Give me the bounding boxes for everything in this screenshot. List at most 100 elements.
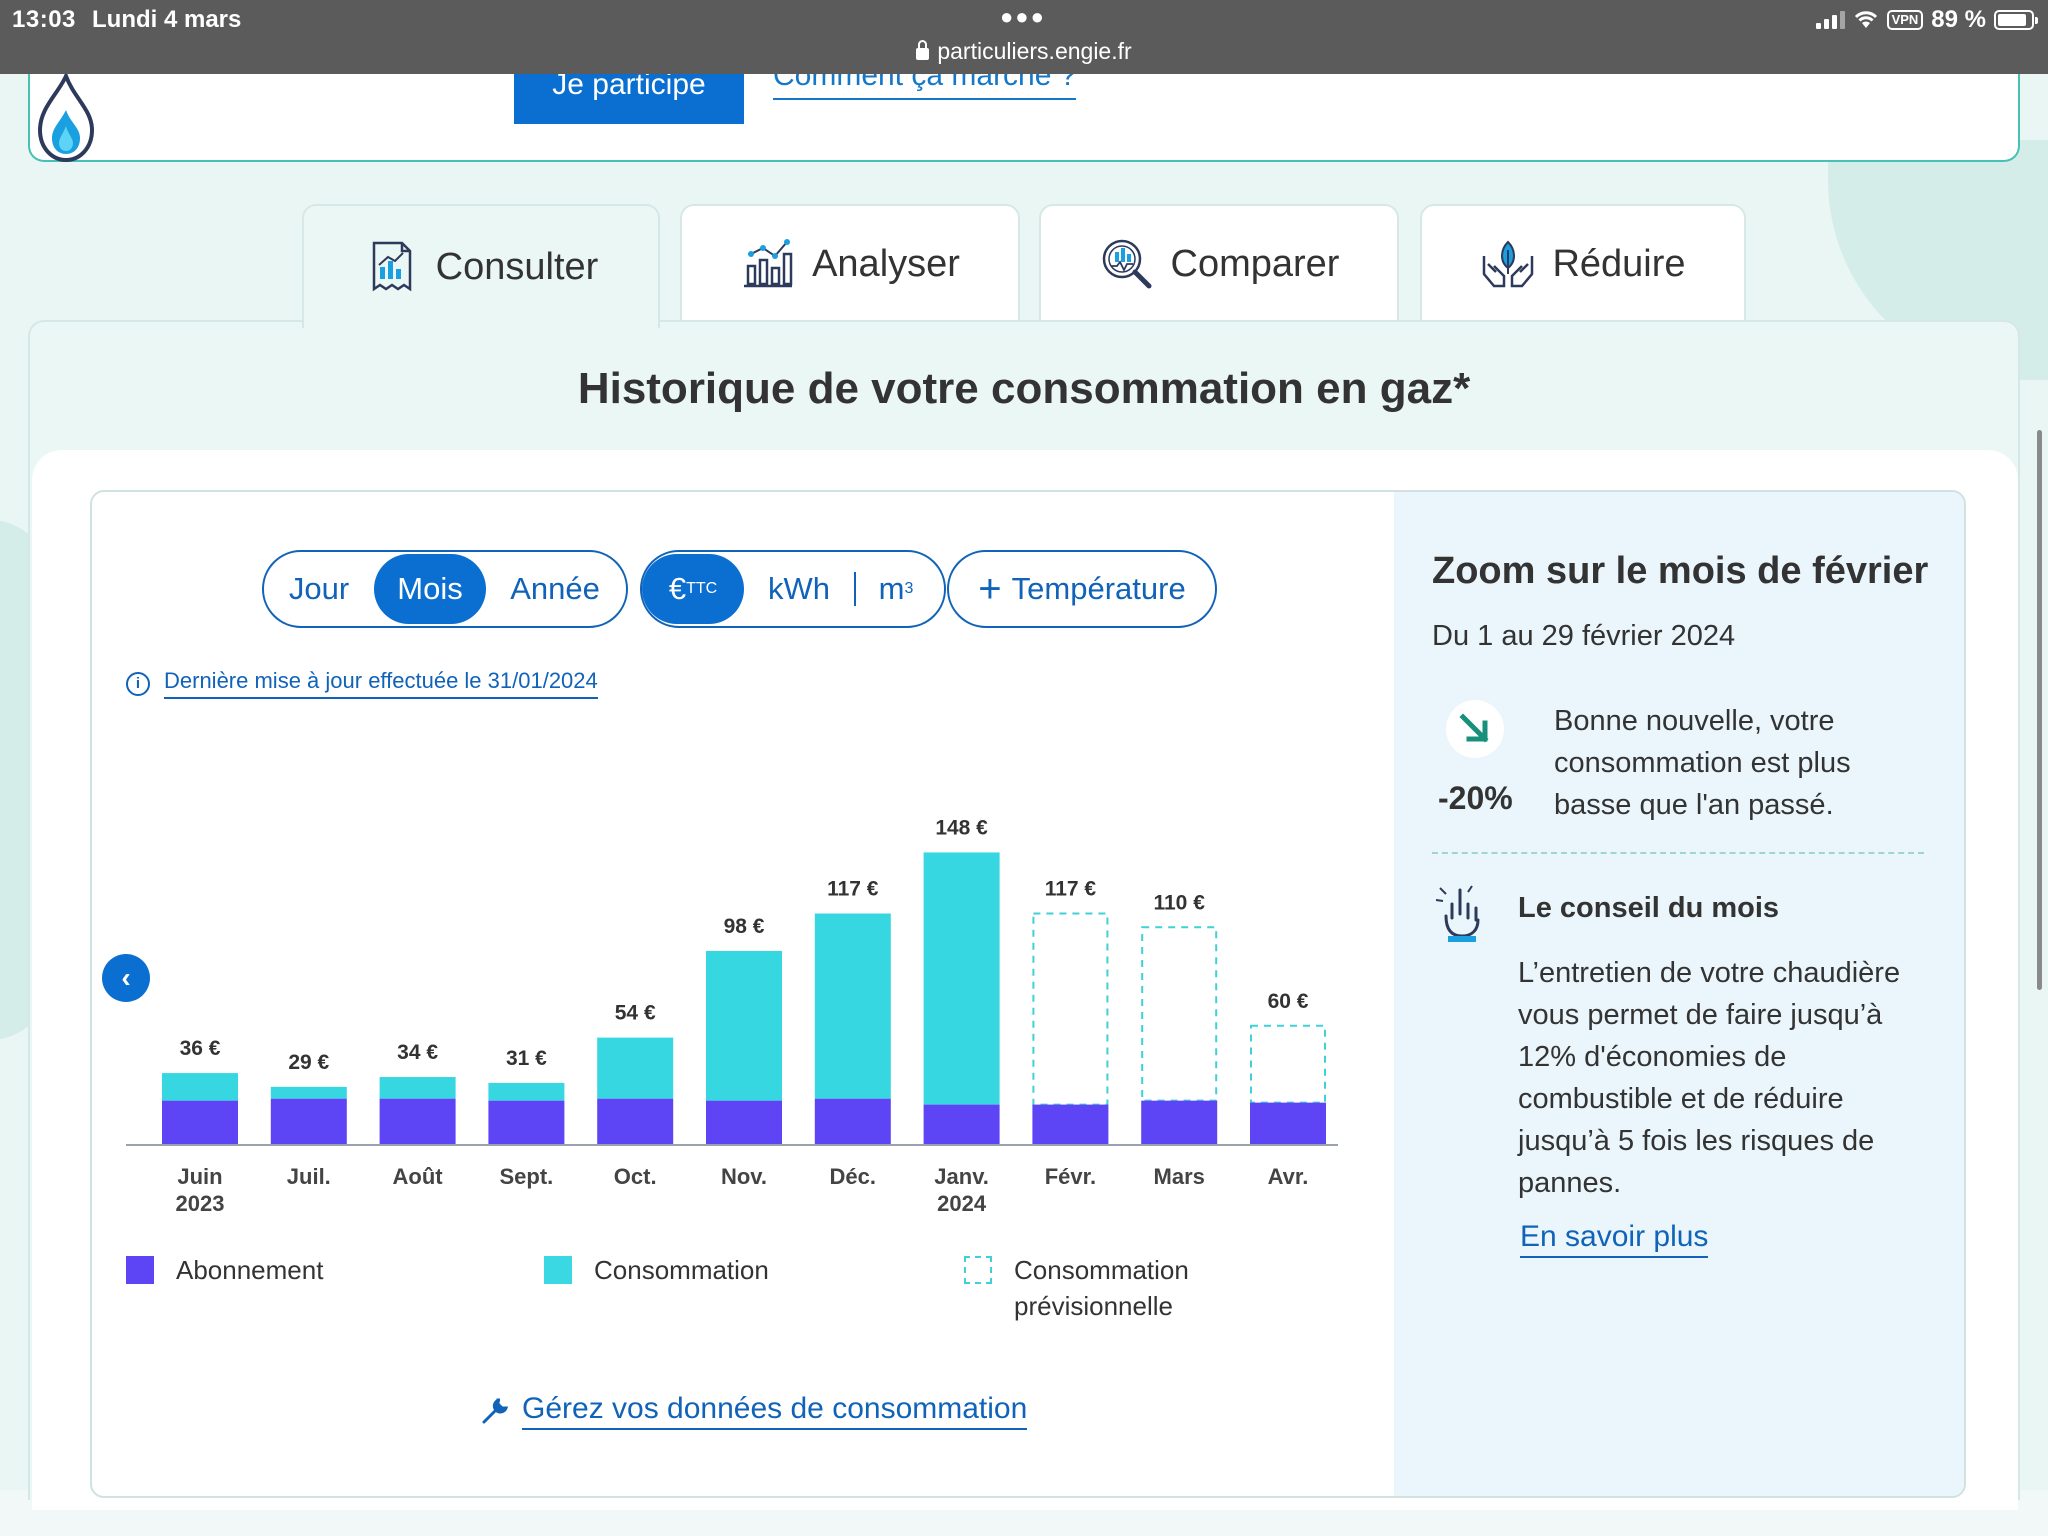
bar-consommation bbox=[814, 913, 891, 1099]
consumption-chart: 36 € Juin2023 29 € Juil. 34 € Août 31 € Sept. 54… bbox=[126, 816, 1338, 1216]
bar-value-label: 110 € bbox=[1153, 891, 1205, 914]
signal-icon bbox=[1815, 11, 1845, 29]
bar-abonnement bbox=[1032, 1104, 1109, 1144]
url-text: particuliers.engie.fr bbox=[937, 38, 1132, 64]
bar-abonnement bbox=[162, 1100, 238, 1144]
tab-comparer[interactable]: Comparer bbox=[1039, 204, 1399, 322]
battery-icon bbox=[1994, 10, 2038, 30]
tab-label: Consulter bbox=[435, 245, 599, 288]
bar-value-label: 29 € bbox=[288, 1051, 329, 1074]
battery-percent: 89 % bbox=[1931, 6, 1986, 33]
x-tick-label: Avr. bbox=[1268, 1164, 1309, 1189]
bar-consommation-previsionnelle bbox=[1250, 1024, 1326, 1104]
status-date: Lundi 4 mars bbox=[92, 6, 242, 33]
gas-flame-icon bbox=[37, 70, 95, 163]
good-news-text: Bonne nouvelle, votre consommation est p… bbox=[1554, 705, 1851, 821]
bar-abonnement bbox=[488, 1100, 565, 1144]
bar-consommation bbox=[379, 1077, 456, 1099]
vpn-badge: VPN bbox=[1886, 10, 1924, 30]
status-indicators: VPN 89 % bbox=[1815, 6, 2038, 34]
chart-card: Jour Mois Année € TTC kWh m3 + Températur… bbox=[90, 490, 1966, 1498]
document-chart-icon bbox=[372, 241, 411, 292]
bar-trend-icon bbox=[744, 239, 793, 288]
bar-consommation bbox=[597, 1037, 674, 1099]
zoom-period: Du 1 au 29 février 2024 bbox=[1432, 620, 1736, 652]
bar-value-label: 34 € bbox=[397, 1041, 438, 1064]
bar-consommation-previsionnelle bbox=[1032, 912, 1109, 1106]
bar-abonnement bbox=[706, 1100, 782, 1144]
tab-analyser[interactable]: Analyser bbox=[680, 204, 1020, 322]
tab-label: Comparer bbox=[1170, 242, 1340, 285]
legend-consommation: Consommation bbox=[544, 1252, 769, 1288]
hands-leaf-icon bbox=[1483, 240, 1534, 288]
status-bar: 13:03 Lundi 4 mars ●●● particuliers.engi… bbox=[0, 0, 2048, 74]
legend-swatch bbox=[544, 1256, 572, 1284]
bar-value-label: 98 € bbox=[724, 915, 765, 938]
wifi-icon bbox=[1854, 11, 1877, 28]
trend-percent: -20% bbox=[1438, 780, 1513, 816]
bar-abonnement bbox=[814, 1098, 891, 1144]
manage-data-link[interactable]: Gérez vos données de consommation bbox=[522, 1392, 1028, 1430]
x-year-label: 2024 bbox=[937, 1191, 987, 1216]
legend-label: prévisionnelle bbox=[1014, 1291, 1173, 1321]
x-tick-label: Janv. bbox=[934, 1164, 989, 1189]
panel-content: Jour Mois Année € TTC kWh m3 + Températur… bbox=[32, 450, 2018, 1510]
bar-consommation-previsionnelle bbox=[1141, 926, 1218, 1102]
x-tick-label: Déc. bbox=[830, 1164, 876, 1189]
bar-consommation bbox=[706, 950, 782, 1101]
consumption-panel: Historique de votre consommation en gaz*… bbox=[28, 320, 2020, 1510]
bar-consommation bbox=[162, 1073, 238, 1101]
chevron-left-icon[interactable]: ‹ bbox=[102, 954, 150, 1002]
tab-consulter[interactable]: Consulter bbox=[302, 204, 660, 328]
legend-label: Consommation bbox=[594, 1255, 769, 1285]
magnifier-chart-icon bbox=[1102, 239, 1152, 289]
x-tick-label: Févr. bbox=[1045, 1164, 1096, 1189]
x-tick-label: Mars bbox=[1154, 1164, 1205, 1189]
bar-value-label: 148 € bbox=[935, 816, 988, 839]
x-tick-label: Sept. bbox=[500, 1164, 554, 1189]
zoom-title: Zoom sur le mois de février bbox=[1432, 550, 1929, 592]
bar-value-label: 117 € bbox=[827, 878, 879, 901]
address-bar[interactable]: particuliers.engie.fr bbox=[0, 38, 2048, 65]
bar-consommation bbox=[488, 1082, 565, 1101]
divider bbox=[1432, 852, 1924, 854]
hand-pointing-icon bbox=[1435, 885, 1480, 942]
bar-abonnement bbox=[1141, 1100, 1218, 1144]
bar-abonnement bbox=[923, 1104, 1000, 1144]
x-tick-label: Oct. bbox=[614, 1164, 657, 1189]
scrollbar[interactable] bbox=[2037, 430, 2042, 990]
x-tick-label: Juin bbox=[177, 1164, 222, 1189]
x-year-label: 2023 bbox=[176, 1191, 225, 1216]
tab-reduire[interactable]: Réduire bbox=[1420, 204, 1746, 322]
legend-label: Consommation bbox=[1014, 1255, 1189, 1285]
trend-down-icon bbox=[1446, 700, 1504, 758]
status-time: 13:03 bbox=[12, 6, 76, 33]
legend-swatch bbox=[126, 1256, 154, 1284]
bar-value-label: 117 € bbox=[1045, 878, 1097, 901]
x-tick-label: Août bbox=[393, 1164, 444, 1189]
bar-consommation bbox=[923, 852, 1000, 1105]
wrench-icon bbox=[482, 1398, 509, 1424]
bar-value-label: 54 € bbox=[615, 1002, 656, 1025]
legend-abonnement: Abonnement bbox=[126, 1252, 323, 1288]
learn-more-link[interactable]: En savoir plus bbox=[1520, 1220, 1709, 1258]
bar-abonnement bbox=[270, 1098, 347, 1144]
bar-value-label: 60 € bbox=[1268, 990, 1309, 1013]
bar-value-label: 36 € bbox=[180, 1037, 221, 1060]
x-tick-label: Nov. bbox=[721, 1164, 767, 1189]
bar-value-label: 31 € bbox=[506, 1047, 547, 1070]
bar-consommation bbox=[270, 1086, 347, 1099]
tab-label: Analyser bbox=[812, 242, 960, 285]
bar-abonnement bbox=[379, 1098, 456, 1144]
lock-icon bbox=[916, 40, 930, 60]
tip-title: Le conseil du mois bbox=[1518, 892, 1780, 924]
bar-abonnement bbox=[1250, 1102, 1326, 1144]
multitasking-dots[interactable]: ●●● bbox=[1000, 4, 1046, 30]
tip-text: L’entretien de votre chaudière vous perm… bbox=[1518, 957, 1901, 1199]
legend-label: Abonnement bbox=[176, 1255, 324, 1285]
manage-data[interactable]: Gérez vos données de consommation bbox=[480, 1392, 1028, 1430]
x-tick-label: Juil. bbox=[287, 1164, 331, 1189]
legend-swatch bbox=[964, 1256, 992, 1284]
bar-abonnement bbox=[597, 1098, 674, 1144]
zoom-panel: Zoom sur le mois de février Du 1 au 29 f… bbox=[1394, 492, 1964, 1496]
